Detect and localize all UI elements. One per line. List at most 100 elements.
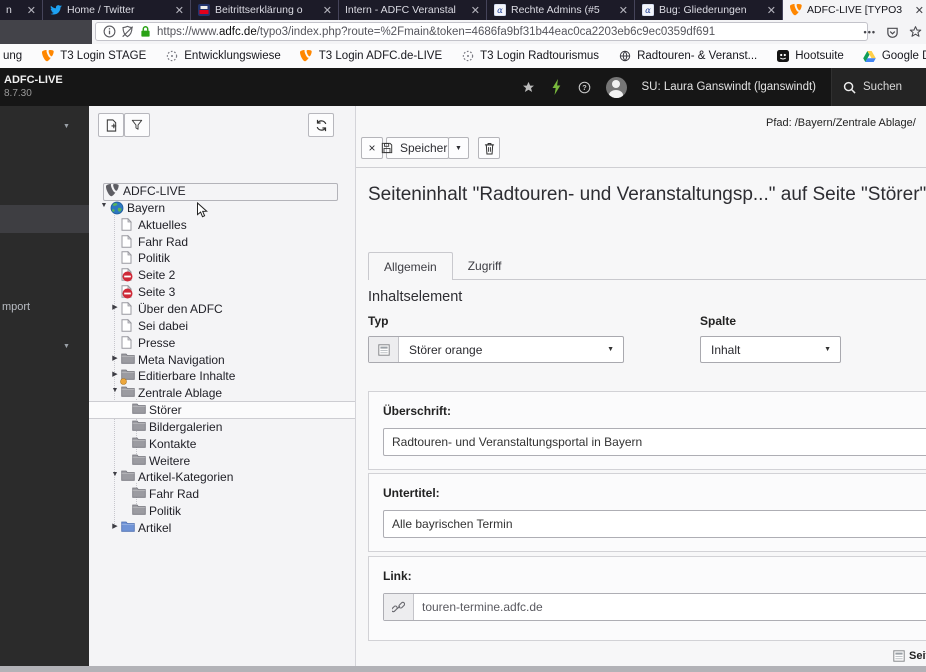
untertitel-input[interactable] bbox=[383, 510, 926, 538]
tree-item-kontakte[interactable]: Kontakte bbox=[89, 436, 355, 452]
tree-item-label: Sei dabei bbox=[138, 319, 188, 333]
bookmarks-bar: ung T3 Login STAGE Entwicklungswiese T3 Log… bbox=[0, 44, 926, 68]
tree-item-weitere[interactable]: Weitere bbox=[89, 453, 355, 469]
bookmark-star-icon[interactable] bbox=[909, 26, 922, 39]
active-module-highlight[interactable] bbox=[0, 205, 89, 233]
caret-down-icon[interactable]: ▼ bbox=[99, 202, 109, 209]
bookmark-item[interactable]: T3 Login Radtourismus bbox=[461, 50, 599, 63]
browser-tab[interactable]: Intern - ADFC Veranstal✕ bbox=[339, 0, 487, 20]
help-icon[interactable]: ? bbox=[578, 81, 591, 94]
clear-cache-bolt-icon[interactable] bbox=[550, 81, 563, 94]
module-label-clipped[interactable]: mport bbox=[2, 301, 30, 313]
tree-item-label: Zentrale Ablage bbox=[138, 386, 222, 400]
bookmark-item[interactable]: Radtouren- & Veranst... bbox=[618, 50, 757, 63]
close-button[interactable]: × bbox=[361, 137, 383, 159]
caret-right-icon[interactable]: ▶ bbox=[110, 354, 120, 362]
tree-item-fahr-rad[interactable]: Fahr Rad bbox=[89, 234, 355, 250]
tree-item-meta-navigation[interactable]: ▶Meta Navigation bbox=[89, 352, 355, 368]
caret-down-icon[interactable]: ▼ bbox=[110, 471, 120, 478]
browser-tab[interactable]: αBug: Gliederungen✕ bbox=[635, 0, 783, 20]
bookmark-item[interactable]: Entwicklungswiese bbox=[165, 50, 281, 63]
page-icon bbox=[121, 302, 135, 316]
tree-item-bayern[interactable]: ▼Bayern bbox=[89, 200, 355, 216]
browser-tab[interactable]: Beitrittserklärung o✕ bbox=[191, 0, 339, 20]
tracking-protection-icon[interactable] bbox=[121, 25, 134, 38]
tree-item-adfc-live[interactable]: ADFC-LIVE bbox=[89, 183, 355, 199]
caret-down-icon[interactable]: ▼ bbox=[110, 387, 120, 394]
tree-item-artikel[interactable]: ▶Artikel bbox=[89, 520, 355, 536]
info-icon[interactable] bbox=[103, 25, 116, 38]
tab-close-icon[interactable]: ✕ bbox=[24, 4, 36, 17]
bookmarks-star-icon[interactable] bbox=[522, 81, 535, 94]
section-title: Inhaltselement bbox=[368, 289, 462, 305]
browser-tab[interactable]: ADFC-LIVE [TYPO3✕ bbox=[783, 0, 926, 20]
module-menu[interactable]: ▼ mport ▼ bbox=[0, 106, 89, 666]
tree-item-label: Editierbare Inhalte bbox=[138, 369, 235, 383]
tree-item-sei-dabei[interactable]: Sei dabei bbox=[89, 318, 355, 334]
link-input[interactable] bbox=[414, 594, 926, 620]
tree-item-editierbare-inhalte[interactable]: ▶ Editierbare Inhalte bbox=[89, 368, 355, 384]
url-bar[interactable]: https://www.adfc.de/typo3/index.php?rout… bbox=[95, 22, 868, 41]
bookmark-item[interactable]: T3 Login STAGE bbox=[41, 50, 146, 63]
lock-icon bbox=[139, 25, 152, 38]
tree-item-bildergalerien[interactable]: Bildergalerien bbox=[89, 419, 355, 435]
save-options-button[interactable]: ▼ bbox=[448, 137, 469, 159]
refresh-tree-button[interactable] bbox=[308, 113, 334, 137]
tree-item-aktuelles[interactable]: Aktuelles bbox=[89, 217, 355, 233]
tree-item-label: Über den ADFC bbox=[138, 302, 223, 316]
typo3-favicon bbox=[789, 4, 802, 17]
tree-item-zentrale-ablage[interactable]: ▼ Zentrale Ablage bbox=[89, 385, 355, 401]
logged-in-user[interactable]: SU: Laura Ganswindt (lganswindt) bbox=[642, 81, 817, 93]
tab-zugriff[interactable]: Zugriff bbox=[453, 252, 517, 279]
bookmark-item[interactable]: Hootsuite bbox=[776, 50, 844, 63]
tab-close-icon[interactable]: ✕ bbox=[320, 4, 332, 17]
module-collapse-icon[interactable]: ▼ bbox=[63, 123, 70, 130]
tab-close-icon[interactable]: ✕ bbox=[764, 4, 776, 17]
browser-tab[interactable]: Home / Twitter✕ bbox=[43, 0, 191, 20]
tab-close-icon[interactable]: ✕ bbox=[172, 4, 184, 17]
tree-item-seite-3[interactable]: Seite 3 bbox=[89, 284, 355, 300]
ueberschrift-input[interactable] bbox=[383, 428, 926, 456]
typ-select[interactable]: Störer orange▼ bbox=[368, 336, 624, 363]
pocket-shield-icon[interactable] bbox=[886, 26, 899, 39]
browser-tab[interactable]: αRechte Admins (#5✕ bbox=[487, 0, 635, 20]
tree-item--ber-den-adfc[interactable]: ▶ Über den ADFC bbox=[89, 301, 355, 317]
page-actions-icon[interactable]: ••• bbox=[864, 27, 876, 37]
tab-close-icon[interactable]: ✕ bbox=[616, 4, 628, 17]
folder-icon bbox=[132, 420, 146, 434]
tree-item-st-rer[interactable]: Störer bbox=[89, 401, 355, 419]
tab-allgemein[interactable]: Allgemein bbox=[368, 252, 453, 280]
filter-button[interactable] bbox=[124, 113, 150, 137]
tree-item-seite-2[interactable]: Seite 2 bbox=[89, 267, 355, 283]
tree-item-label: Fahr Rad bbox=[149, 487, 199, 501]
tree-item-politik[interactable]: Politik bbox=[89, 503, 355, 519]
user-avatar[interactable] bbox=[606, 77, 627, 98]
delete-button[interactable] bbox=[478, 137, 500, 159]
tree-item-presse[interactable]: Presse bbox=[89, 335, 355, 351]
module-group-collapse-icon[interactable]: ▼ bbox=[63, 343, 70, 350]
tab-close-icon[interactable]: ✕ bbox=[912, 4, 924, 17]
tab-title: Bug: Gliederungen bbox=[659, 4, 759, 16]
bookmark-label: Entwicklungswiese bbox=[184, 50, 281, 62]
tree-item-artikel-kategorien[interactable]: ▼Artikel-Kategorien bbox=[89, 469, 355, 485]
edit-form-module: Pfad: /Bayern/Zentrale Ablage/ × Speiche… bbox=[356, 106, 926, 666]
browser-tab[interactable]: n✕ bbox=[0, 0, 43, 20]
save-button[interactable]: Speichern bbox=[386, 137, 449, 159]
new-page-button[interactable] bbox=[98, 113, 124, 137]
caret-right-icon[interactable]: ▶ bbox=[110, 370, 120, 378]
bookmark-item[interactable]: ung bbox=[3, 50, 22, 62]
caret-right-icon[interactable]: ▶ bbox=[110, 303, 120, 311]
tree-item-fahr-rad[interactable]: Fahr Rad bbox=[89, 486, 355, 502]
floppy-icon bbox=[381, 142, 394, 155]
svg-text:?: ? bbox=[582, 82, 587, 91]
tree-item-label: Presse bbox=[138, 336, 175, 350]
tab-close-icon[interactable]: ✕ bbox=[468, 4, 480, 17]
caret-right-icon[interactable]: ▶ bbox=[110, 522, 120, 530]
spalte-select[interactable]: Inhalt▼ bbox=[700, 336, 841, 363]
bookmark-label: Hootsuite bbox=[795, 50, 844, 62]
tree-item-politik[interactable]: Politik bbox=[89, 250, 355, 266]
bookmark-item[interactable]: T3 Login ADFC.de-LIVE bbox=[300, 50, 442, 63]
backend-search[interactable]: Suchen bbox=[831, 68, 926, 106]
bookmark-item[interactable]: Google Drive - Zugriff... bbox=[863, 50, 926, 63]
default-favicon bbox=[461, 50, 474, 63]
